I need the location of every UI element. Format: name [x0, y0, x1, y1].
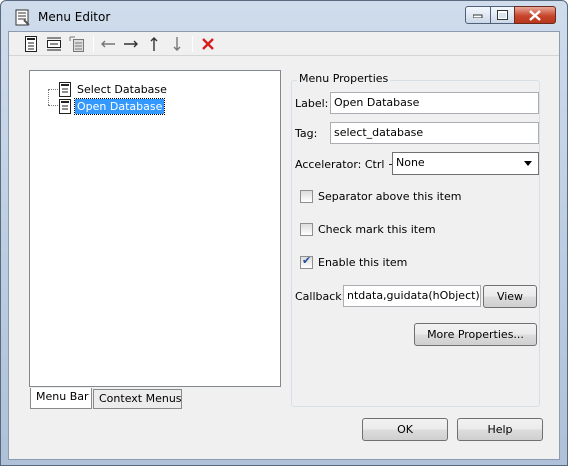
- tree-item-label: Select Database: [77, 82, 167, 96]
- maximize-icon: [497, 10, 508, 20]
- move-backward-icon: [101, 40, 115, 48]
- checkmark-icon: ✔: [302, 254, 312, 267]
- accelerator-caption: Accelerator: Ctrl +: [295, 158, 398, 171]
- separator-checkbox[interactable]: Separator above this item: [300, 190, 461, 203]
- editor-client-area: Select Database Open Database Menu Bar C…: [8, 31, 560, 460]
- tab-context-menus[interactable]: Context Menus: [93, 389, 182, 409]
- close-icon: [529, 9, 541, 21]
- menu-properties-title: Menu Properties: [297, 72, 391, 85]
- menu-tree[interactable]: Select Database Open Database: [29, 70, 281, 387]
- tag-caption: Tag:: [295, 127, 318, 140]
- new-menu-item-button[interactable]: [44, 35, 64, 53]
- accelerator-value: None: [396, 156, 425, 169]
- menu-item-icon: [59, 98, 71, 114]
- label-field[interactable]: Open Database: [330, 92, 539, 114]
- move-down-icon: [173, 37, 181, 51]
- minimize-icon: [473, 14, 483, 18]
- delete-button[interactable]: [198, 35, 218, 53]
- menu-editor-window: Menu Editor Select Database Open Databas…: [0, 0, 568, 466]
- separator-label: Separator above this item: [318, 190, 462, 203]
- enable-label: Enable this item: [318, 256, 408, 269]
- title-bar[interactable]: Menu Editor: [1, 1, 567, 31]
- move-forward-icon: [124, 40, 138, 48]
- new-menu-icon: [25, 36, 37, 52]
- tag-field[interactable]: select_database: [330, 122, 539, 144]
- more-properties-button[interactable]: More Properties...: [414, 323, 537, 346]
- move-up-icon: [150, 37, 158, 51]
- toolbar: [9, 32, 559, 56]
- move-backward-button[interactable]: [98, 35, 118, 53]
- checkmark-label: Check mark this item: [318, 223, 436, 236]
- tab-menu-bar[interactable]: Menu Bar: [30, 388, 92, 409]
- new-menu-item-icon: [47, 37, 61, 51]
- label-caption: Label:: [295, 97, 329, 110]
- menu-item-icon: [59, 81, 71, 97]
- move-up-button[interactable]: [144, 35, 164, 53]
- checkmark-checkbox[interactable]: Check mark this item: [300, 223, 436, 236]
- callback-field[interactable]: ntdata,guidata(hObject)): [343, 285, 481, 307]
- view-button[interactable]: View: [483, 285, 537, 308]
- minimize-button[interactable]: [465, 6, 491, 24]
- tree-item-open-database[interactable]: Open Database: [58, 97, 166, 115]
- maximize-button[interactable]: [490, 6, 515, 24]
- move-down-button[interactable]: [167, 35, 187, 53]
- delete-icon: [202, 38, 214, 50]
- checkbox-box: [300, 190, 313, 203]
- help-button[interactable]: Help: [457, 418, 543, 441]
- new-context-menu-button[interactable]: [67, 35, 87, 53]
- tree-item-label: Open Database: [73, 97, 166, 115]
- accelerator-select[interactable]: None: [392, 152, 539, 175]
- tree-item-select-database[interactable]: Select Database: [58, 81, 169, 97]
- chevron-down-icon: [524, 161, 532, 166]
- checkbox-box: ✔: [300, 254, 313, 269]
- checkbox-box: [300, 223, 313, 236]
- new-context-menu-icon: [69, 36, 84, 52]
- window-title: Menu Editor: [38, 10, 111, 24]
- callback-caption: Callback:: [295, 290, 346, 303]
- close-button[interactable]: [514, 6, 556, 24]
- move-forward-button[interactable]: [121, 35, 141, 53]
- menu-editor-app-icon: [15, 9, 30, 26]
- ok-button[interactable]: OK: [362, 418, 448, 441]
- new-menu-button[interactable]: [21, 35, 41, 53]
- enable-checkbox[interactable]: ✔ Enable this item: [300, 254, 408, 269]
